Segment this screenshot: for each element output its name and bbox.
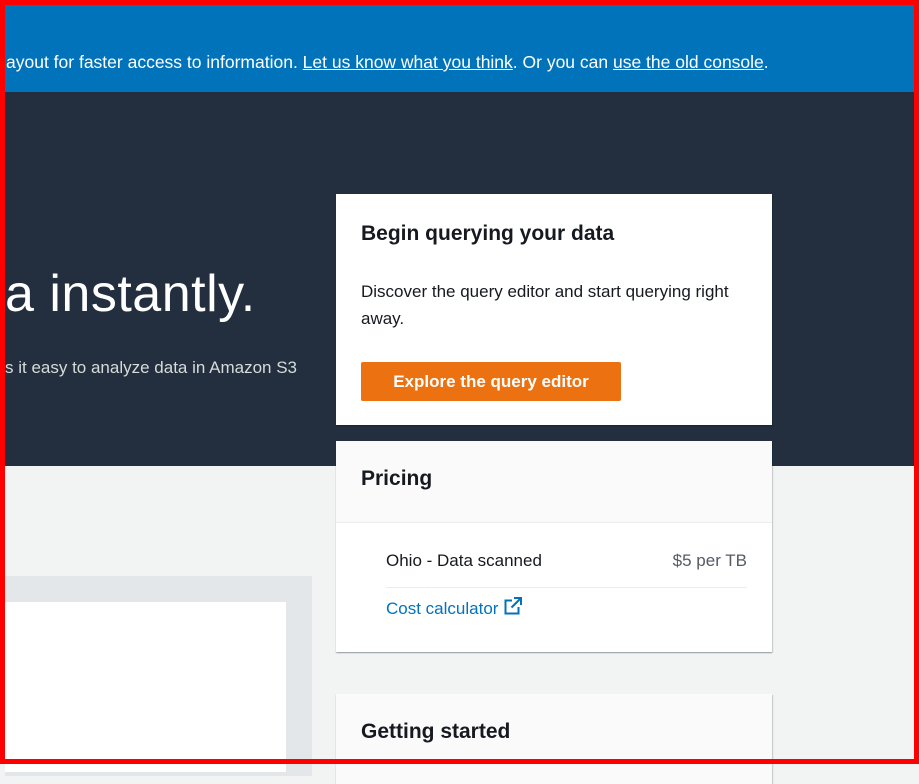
banner-text-middle: . Or you can [512,52,613,72]
pricing-row-label: Ohio - Data scanned [386,551,542,570]
banner-message: ayout for faster access to information. … [6,52,769,73]
cost-calculator-label: Cost calculator [386,598,499,618]
pricing-title: Pricing [361,467,433,490]
content-card [5,602,286,772]
old-console-link[interactable]: use the old console [613,52,764,72]
external-link-icon [504,597,523,620]
pricing-header: Pricing [336,441,772,523]
begin-querying-card: Begin querying your data Discover the qu… [336,194,772,425]
hero-subtitle: s it easy to analyze data in Amazon S3 [5,358,298,377]
banner-text-start: ayout for faster access to information. [6,52,303,72]
begin-querying-title: Begin querying your data [361,222,615,245]
explore-query-editor-button[interactable]: Explore the query editor [361,362,621,401]
getting-started-title: Getting started [361,720,511,743]
hero-title: a instantly. [5,265,256,323]
pricing-card: Pricing Ohio - Data scanned $5 per TB Co… [336,441,772,652]
pricing-row-value: $5 per TB [672,551,747,570]
info-banner: ayout for faster access to information. … [0,0,919,92]
getting-started-header: Getting started [336,694,772,784]
feedback-link[interactable]: Let us know what you think [303,52,513,72]
banner-text-end: . [763,52,769,72]
getting-started-card: Getting started [336,694,772,784]
pricing-row: Ohio - Data scanned $5 per TB [386,551,747,588]
cost-calculator-link[interactable]: Cost calculator [386,597,523,620]
begin-querying-description: Discover the query editor and start quer… [361,282,729,328]
